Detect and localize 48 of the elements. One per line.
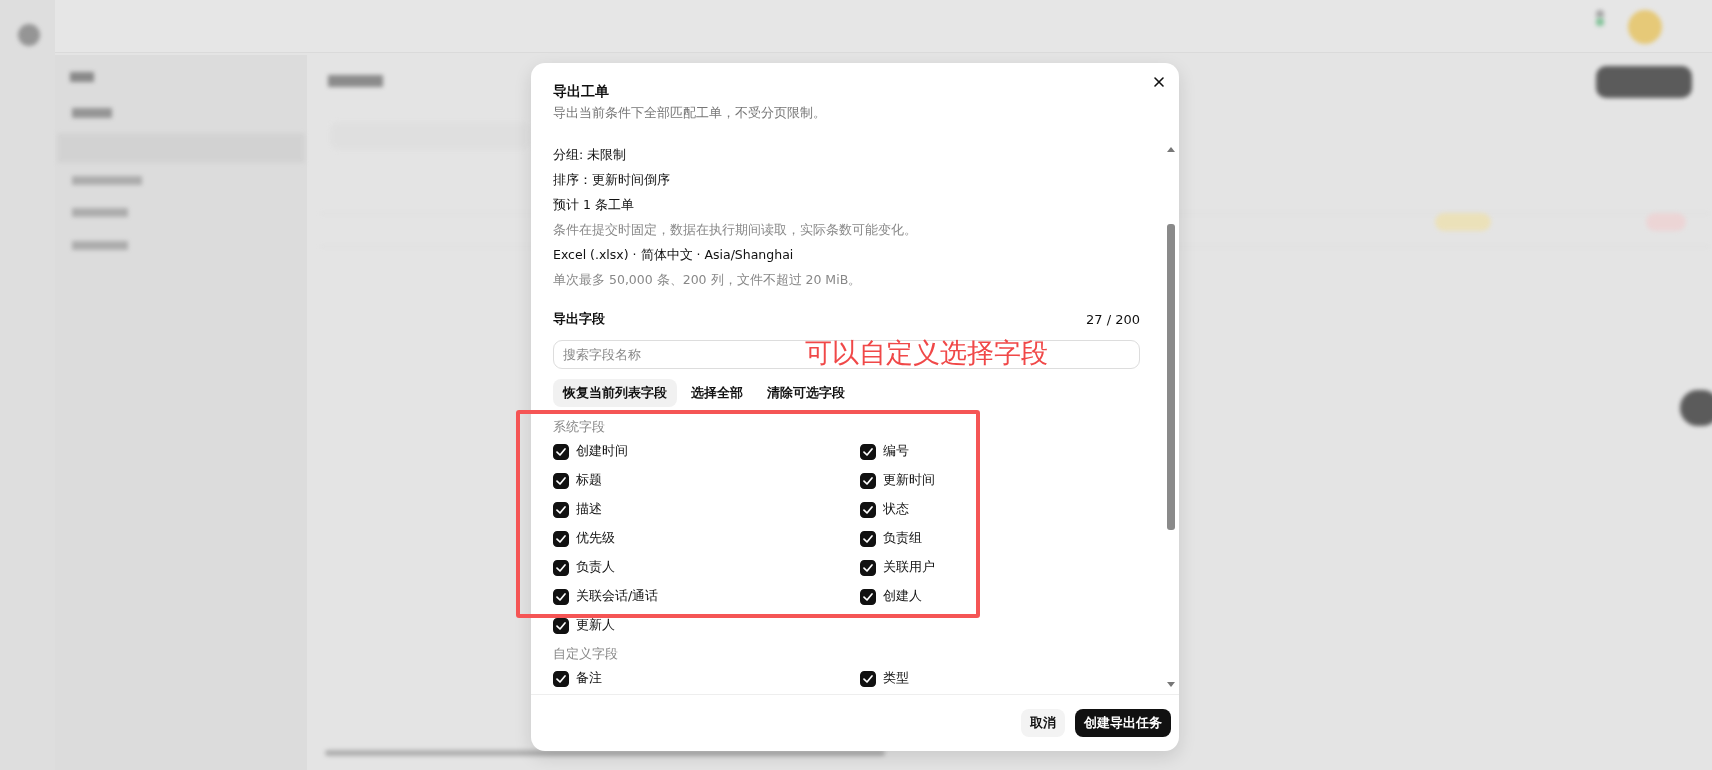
field-label: 状态 <box>883 501 909 518</box>
summary-line: Excel (.xlsx) · 简体中文 · Asia/Shanghai <box>553 246 795 264</box>
summary-line: 排序：更新时间倒序 <box>553 171 671 189</box>
checkbox[interactable] <box>860 443 876 460</box>
checkbox[interactable] <box>860 559 876 576</box>
field-label: 优先级 <box>576 530 615 547</box>
group-title: 自定义字段 <box>553 645 619 663</box>
field-label: 负责人 <box>576 559 615 576</box>
checkbox[interactable] <box>553 559 569 576</box>
field-label: 负责组 <box>883 530 922 547</box>
field-action-button[interactable]: 选择全部 <box>681 379 753 407</box>
checkbox[interactable] <box>860 501 876 518</box>
field-label: 标题 <box>576 472 602 489</box>
field-label: 关联会话/通话 <box>576 588 659 605</box>
checkbox[interactable] <box>860 670 876 687</box>
dialog-subtitle: 导出当前条件下全部匹配工单，不受分页限制。 <box>553 104 827 122</box>
field-label: 关联用户 <box>883 559 935 576</box>
field-label: 更新时间 <box>883 472 935 489</box>
checkbox[interactable] <box>553 443 569 460</box>
field-action-button[interactable]: 恢复当前列表字段 <box>553 379 677 407</box>
section-title: 导出字段 <box>553 310 605 328</box>
summary-line: 分组: 未限制 <box>553 146 628 164</box>
field-count: 27 / 200 <box>1086 311 1140 327</box>
summary-line: 单次最多 50,000 条、200 列，文件不超过 20 MiB。 <box>553 271 863 289</box>
checkbox[interactable] <box>553 617 569 634</box>
field-action-button[interactable]: 清除可选字段 <box>757 379 855 407</box>
checkbox[interactable] <box>860 472 876 489</box>
field-label: 更新人 <box>576 617 615 634</box>
checkbox[interactable] <box>553 670 569 687</box>
cancel-button[interactable]: 取消 <box>1021 709 1065 737</box>
field-label: 类型 <box>883 670 909 687</box>
checkbox[interactable] <box>553 501 569 518</box>
field-label: 描述 <box>576 501 602 518</box>
dialog-title: 导出工单 <box>553 82 610 101</box>
summary-line: 条件在提交时固定，数据在执行期间读取，实际条数可能变化。 <box>553 221 918 239</box>
close-icon[interactable] <box>1153 76 1165 88</box>
field-label: 创建时间 <box>576 443 628 460</box>
field-label: 备注 <box>576 670 602 687</box>
checkbox[interactable] <box>553 588 569 605</box>
checkbox[interactable] <box>553 472 569 489</box>
group-title: 系统字段 <box>553 418 606 436</box>
checkbox[interactable] <box>553 530 569 547</box>
field-label: 创建人 <box>883 588 922 605</box>
create-button[interactable]: 创建导出任务 <box>1075 709 1171 737</box>
checkbox[interactable] <box>860 588 876 605</box>
summary-line: 预计 1 条工单 <box>553 196 635 214</box>
checkbox[interactable] <box>860 530 876 547</box>
field-label: 编号 <box>883 443 909 460</box>
